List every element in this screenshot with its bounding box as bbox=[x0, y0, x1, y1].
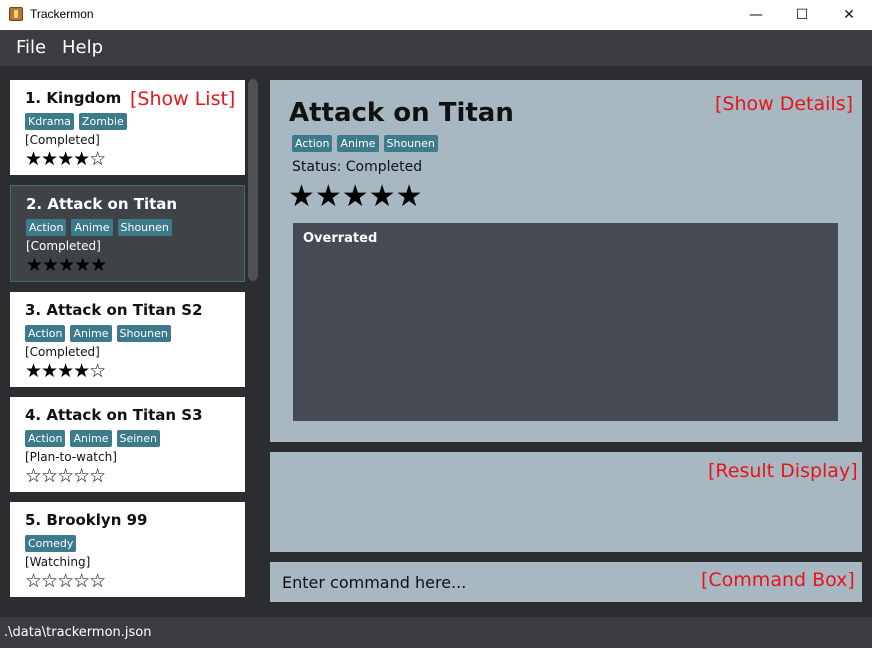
rating-stars-icon: ★★★★☆ bbox=[25, 360, 106, 382]
tag: Kdrama bbox=[25, 113, 74, 130]
list-item-title: 4. Attack on Titan S3 bbox=[25, 406, 203, 424]
list-item[interactable]: 3. Attack on Titan S2 Action Anime Shoun… bbox=[10, 292, 245, 387]
list-item[interactable]: 1. Kingdom Kdrama Zombie [Completed] ★★★… bbox=[10, 80, 245, 175]
list-item-status: [Watching] bbox=[25, 555, 91, 569]
tag: Anime bbox=[337, 135, 379, 152]
rating-stars-icon: ☆☆☆☆☆ bbox=[25, 570, 106, 592]
minimize-button[interactable]: — bbox=[733, 0, 779, 30]
tag: Shounen bbox=[116, 325, 171, 342]
tag: Anime bbox=[70, 430, 112, 447]
notes-text: Overrated bbox=[303, 231, 378, 246]
list-item-title: 5. Brooklyn 99 bbox=[25, 511, 148, 529]
list-item-tags: Action Anime Seinen bbox=[25, 430, 161, 447]
result-display-label: [Result Display] bbox=[708, 460, 858, 482]
app-icon bbox=[9, 7, 23, 21]
rating-stars-icon: ☆☆☆☆☆ bbox=[25, 465, 106, 487]
list-item-title: 3. Attack on Titan S2 bbox=[25, 301, 203, 319]
tag: Seinen bbox=[116, 430, 161, 447]
tag: Shounen bbox=[383, 135, 438, 152]
notes-box: Overrated bbox=[293, 223, 838, 421]
rating-stars-icon: ★★★★★ bbox=[26, 254, 107, 276]
tag: Action bbox=[25, 430, 66, 447]
menu-help[interactable]: Help bbox=[62, 37, 103, 58]
maximize-button[interactable]: ☐ bbox=[779, 0, 825, 30]
list-scrollbar-thumb[interactable] bbox=[248, 79, 258, 281]
list-item-status: [Completed] bbox=[25, 133, 100, 147]
status-bar: .\data\trackermon.json bbox=[0, 617, 872, 648]
rating-stars-icon: ★★★★★ bbox=[288, 179, 423, 214]
list-item-tags: Comedy bbox=[25, 535, 77, 552]
rating-stars-icon: ★★★★☆ bbox=[25, 148, 106, 170]
tag: Anime bbox=[71, 219, 113, 236]
close-button[interactable]: ✕ bbox=[826, 0, 872, 30]
tag: Comedy bbox=[25, 535, 77, 552]
menu-bar: File Help bbox=[0, 30, 872, 66]
show-list-label: [Show List] bbox=[130, 88, 236, 110]
list-item-status: [Completed] bbox=[26, 239, 101, 253]
detail-tags: Action Anime Shounen bbox=[292, 135, 438, 152]
show-details-label: [Show Details] bbox=[715, 93, 854, 115]
list-item[interactable]: 2. Attack on Titan Action Anime Shounen … bbox=[10, 185, 245, 282]
list-item[interactable]: 4. Attack on Titan S3 Action Anime Seine… bbox=[10, 397, 245, 492]
detail-title: Attack on Titan bbox=[289, 98, 514, 128]
tag: Zombie bbox=[78, 113, 127, 130]
tag: Action bbox=[26, 219, 67, 236]
tag: Anime bbox=[70, 325, 112, 342]
list-item-tags: Action Anime Shounen bbox=[25, 325, 171, 342]
list-item-title: 2. Attack on Titan bbox=[26, 195, 178, 213]
result-display: [Result Display] bbox=[270, 452, 862, 552]
list-item[interactable]: 5. Brooklyn 99 Comedy [Watching] ☆☆☆☆☆ bbox=[10, 502, 245, 597]
list-item-tags: Action Anime Shounen bbox=[26, 219, 172, 236]
tag: Shounen bbox=[117, 219, 172, 236]
menu-file[interactable]: File bbox=[16, 37, 46, 58]
list-item-title: 1. Kingdom bbox=[25, 89, 122, 107]
tag: Action bbox=[25, 325, 66, 342]
window-title: Trackermon bbox=[30, 7, 94, 21]
list-item-status: [Plan-to-watch] bbox=[25, 450, 117, 464]
show-list-panel: 1. Kingdom Kdrama Zombie [Completed] ★★★… bbox=[0, 66, 260, 616]
tag: Action bbox=[292, 135, 333, 152]
command-input[interactable] bbox=[270, 562, 862, 602]
command-box: [Command Box] bbox=[270, 562, 862, 602]
list-item-tags: Kdrama Zombie bbox=[25, 113, 127, 130]
show-details-panel: Attack on Titan [Show Details] Action An… bbox=[270, 80, 862, 442]
list-item-status: [Completed] bbox=[25, 345, 100, 359]
title-bar: Trackermon — ☐ ✕ bbox=[0, 0, 872, 30]
detail-status: Status: Completed bbox=[292, 159, 423, 175]
data-file-path: .\data\trackermon.json bbox=[4, 625, 152, 640]
